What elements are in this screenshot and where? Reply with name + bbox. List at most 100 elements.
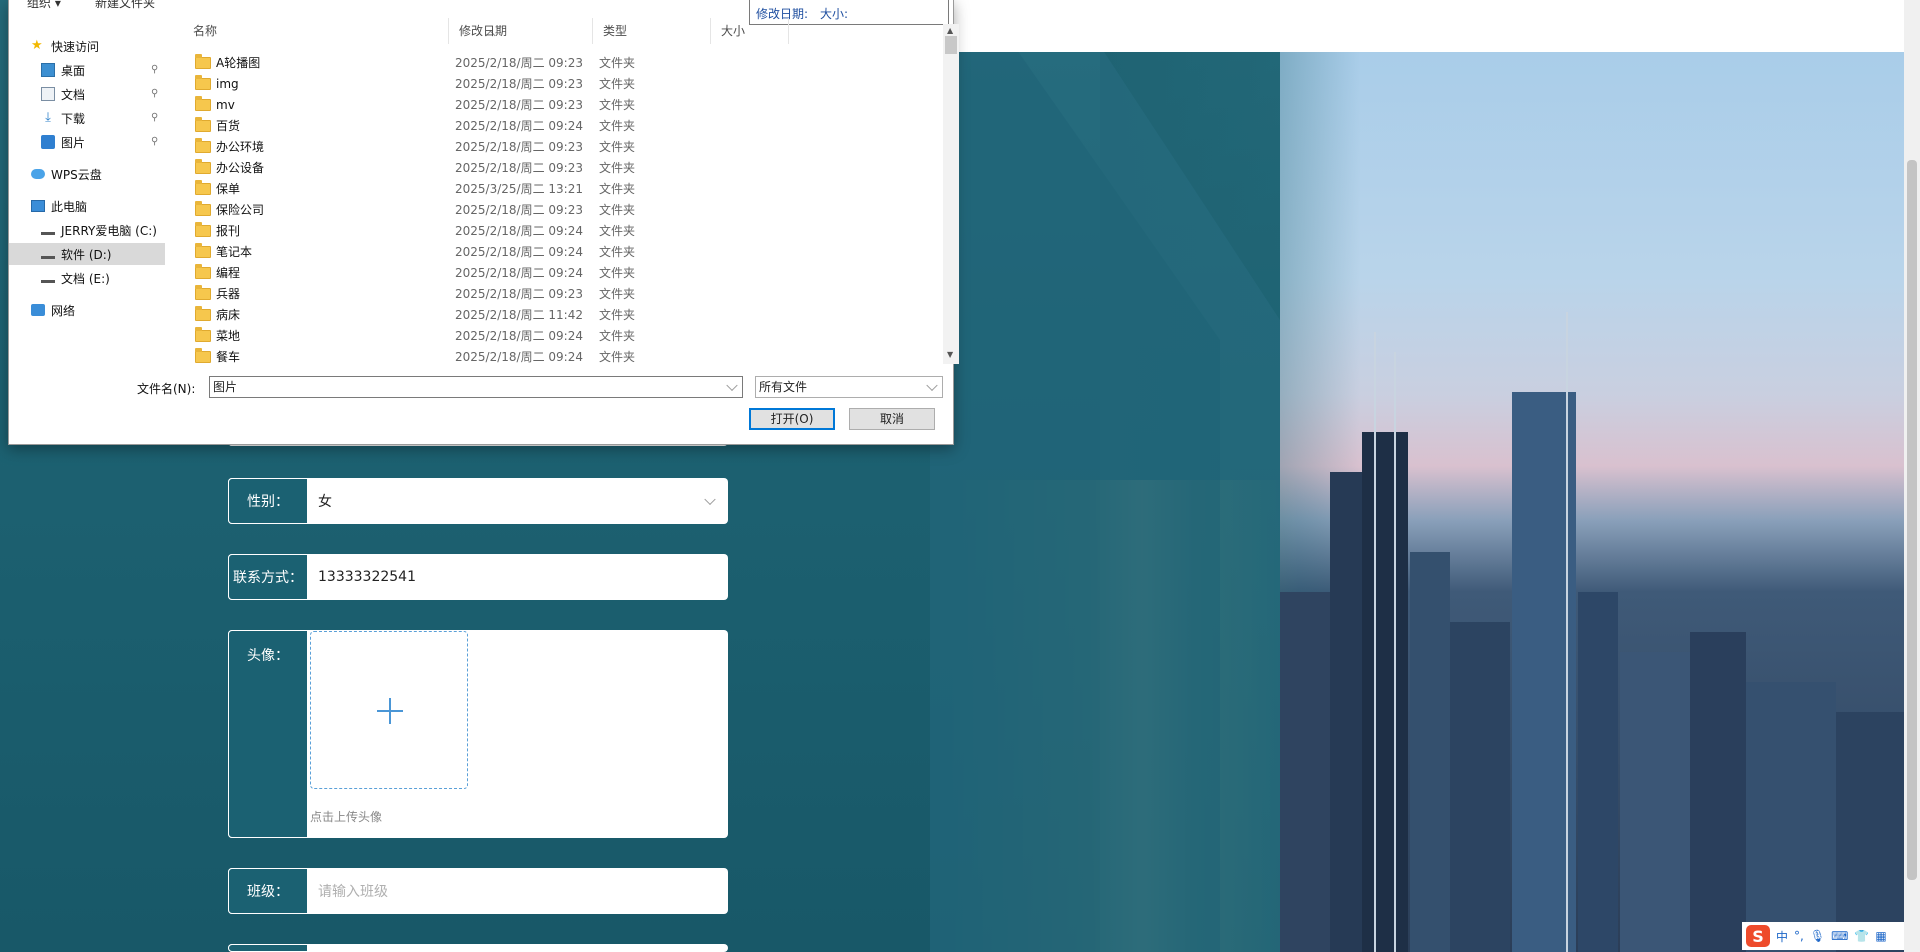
file-name: 办公设备	[216, 161, 265, 175]
file-modified-date: 2025/2/18/周二 09:23	[455, 203, 583, 217]
column-header-modified[interactable]: 修改日期	[449, 18, 593, 44]
folder-icon	[195, 347, 211, 363]
avatar-upload-button[interactable]	[310, 631, 468, 789]
file-type: 文件夹	[599, 224, 636, 238]
file-list-scrollbar-thumb[interactable]	[945, 36, 957, 54]
nav-item-documents[interactable]: 文档	[41, 83, 197, 105]
document-icon	[41, 87, 55, 101]
filename-label: 文件名(N):	[137, 382, 196, 396]
file-row[interactable]: 百货 2025/2/18/周二 09:24 文件夹	[183, 115, 943, 136]
microphone-icon[interactable]: 🎙	[1810, 929, 1825, 943]
file-modified-date: 2025/3/25/周二 13:21	[455, 182, 583, 196]
folder-icon	[195, 53, 211, 69]
avatar-upload-hint: 点击上传头像	[310, 810, 383, 824]
file-type: 文件夹	[599, 140, 636, 154]
file-row[interactable]: 笔记本 2025/2/18/周二 09:24 文件夹	[183, 241, 943, 262]
file-name-cell: 兵器	[195, 284, 240, 302]
file-name-cell: 餐车	[195, 347, 240, 364]
page-scrollbar-thumb[interactable]	[1907, 160, 1917, 880]
file-type: 文件夹	[599, 56, 636, 70]
column-header-name[interactable]: 名称	[183, 18, 449, 44]
file-row[interactable]: A轮播图 2025/2/18/周二 09:23 文件夹	[183, 52, 943, 73]
open-button[interactable]: 打开(O)	[749, 408, 835, 430]
class-input[interactable]: 请输入班级	[308, 868, 728, 914]
file-list-scrollbar[interactable]: ▲ ▼	[943, 24, 959, 364]
gender-select[interactable]: 女	[308, 478, 728, 524]
download-icon: ⤓	[45, 110, 51, 125]
file-name-cell: img	[195, 74, 239, 91]
file-row[interactable]: 兵器 2025/2/18/周二 09:23 文件夹	[183, 283, 943, 304]
ime-punctuation-toggle[interactable]: °,	[1794, 929, 1804, 943]
contact-input[interactable]: 13333322541	[308, 554, 728, 600]
file-row[interactable]: img 2025/2/18/周二 09:23 文件夹	[183, 73, 943, 94]
file-type: 文件夹	[599, 266, 636, 280]
file-name-cell: mv	[195, 95, 235, 112]
new-folder-button[interactable]: 新建文件夹	[95, 0, 155, 11]
nav-item-network[interactable]: 网络	[31, 299, 187, 321]
cancel-button[interactable]: 取消	[849, 408, 935, 430]
file-name: 办公环境	[216, 140, 265, 154]
page-scrollbar[interactable]	[1904, 0, 1920, 952]
nav-item-this-pc[interactable]: 此电脑	[31, 195, 187, 217]
nav-item-desktop[interactable]: 桌面	[41, 59, 197, 81]
nav-item-wps-cloud[interactable]: WPS云盘	[31, 163, 187, 185]
organize-button[interactable]: 组织 ▾	[27, 0, 61, 11]
file-name-cell: 编程	[195, 263, 240, 281]
drive-icon	[41, 273, 55, 283]
file-name-cell: 笔记本	[195, 242, 253, 260]
nav-item-drive-e[interactable]: 文档 (E:)	[41, 267, 197, 289]
column-header-type[interactable]: 类型	[593, 18, 711, 44]
folder-icon	[195, 263, 211, 279]
file-row[interactable]: 办公环境 2025/2/18/周二 09:23 文件夹	[183, 136, 943, 157]
folder-icon	[195, 74, 211, 90]
nav-item-downloads[interactable]: ⤓ 下载	[41, 107, 197, 129]
form-row-next	[228, 944, 728, 952]
file-row[interactable]: 保单 2025/3/25/周二 13:21 文件夹	[183, 178, 943, 199]
ime-language-toggle[interactable]: 中	[1776, 928, 1788, 945]
file-name-cell: A轮播图	[195, 53, 261, 71]
file-row[interactable]: 餐车 2025/2/18/周二 09:24 文件夹	[183, 346, 943, 364]
file-name-cell: 百货	[195, 116, 240, 134]
pictures-icon	[41, 135, 55, 149]
file-modified-date: 2025/2/18/周二 09:23	[455, 140, 583, 154]
file-row[interactable]: 编程 2025/2/18/周二 09:24 文件夹	[183, 262, 943, 283]
file-name: 保险公司	[216, 203, 265, 217]
nav-item-drive-c[interactable]: JERRY爱电脑 (C:)	[41, 219, 177, 241]
keyboard-icon[interactable]: ⌨	[1831, 929, 1848, 943]
file-type-filter[interactable]: 所有文件	[755, 376, 943, 398]
file-name: 笔记本	[216, 245, 253, 259]
toolbox-icon[interactable]: ▦	[1875, 929, 1886, 943]
scroll-up-icon[interactable]: ▲	[947, 26, 953, 35]
file-modified-date: 2025/2/18/周二 09:24	[455, 266, 583, 280]
file-row[interactable]: 保险公司 2025/2/18/周二 09:23 文件夹	[183, 199, 943, 220]
file-name: mv	[216, 97, 235, 112]
sogou-ime-icon[interactable]: S	[1746, 925, 1770, 947]
avatar-label: 头像：	[228, 630, 308, 838]
nav-item-quick-access[interactable]: ★ 快速访问	[31, 35, 187, 57]
file-modified-date: 2025/2/18/周二 09:24	[455, 350, 583, 364]
file-row[interactable]: 病床 2025/2/18/周二 11:42 文件夹	[183, 304, 943, 325]
file-row[interactable]: 报刊 2025/2/18/周二 09:24 文件夹	[183, 220, 943, 241]
file-row[interactable]: 菜地 2025/2/18/周二 09:24 文件夹	[183, 325, 943, 346]
navigation-pane: ★ 快速访问 桌面 ⚲ 文档 ⚲ ⤓ 下载 ⚲ 图片 ⚲ WPS云盘 此电脑 J…	[9, 28, 179, 368]
file-type-filter-value: 所有文件	[759, 380, 808, 394]
file-name-cell: 办公设备	[195, 158, 265, 176]
chevron-down-icon	[926, 379, 938, 392]
file-row[interactable]: 办公设备 2025/2/18/周二 09:23 文件夹	[183, 157, 943, 178]
filename-input[interactable]: 图片	[209, 376, 743, 398]
gender-value: 女	[318, 494, 332, 510]
nav-item-drive-d[interactable]: 软件 (D:)	[9, 243, 165, 265]
chevron-down-icon[interactable]	[726, 379, 738, 392]
file-modified-date: 2025/2/18/周二 09:23	[455, 98, 583, 112]
folder-icon	[195, 158, 211, 174]
folder-icon	[195, 305, 211, 321]
file-row[interactable]: mv 2025/2/18/周二 09:23 文件夹	[183, 94, 943, 115]
file-type: 文件夹	[599, 245, 636, 259]
file-name-cell: 保单	[195, 179, 240, 197]
nav-item-pictures[interactable]: 图片	[41, 131, 197, 153]
skin-icon[interactable]: 👕	[1854, 929, 1869, 943]
scroll-down-icon[interactable]: ▼	[947, 350, 953, 359]
file-name: A轮播图	[216, 56, 261, 70]
column-header-size[interactable]: 大小	[711, 18, 789, 44]
file-name-cell: 报刊	[195, 221, 240, 239]
